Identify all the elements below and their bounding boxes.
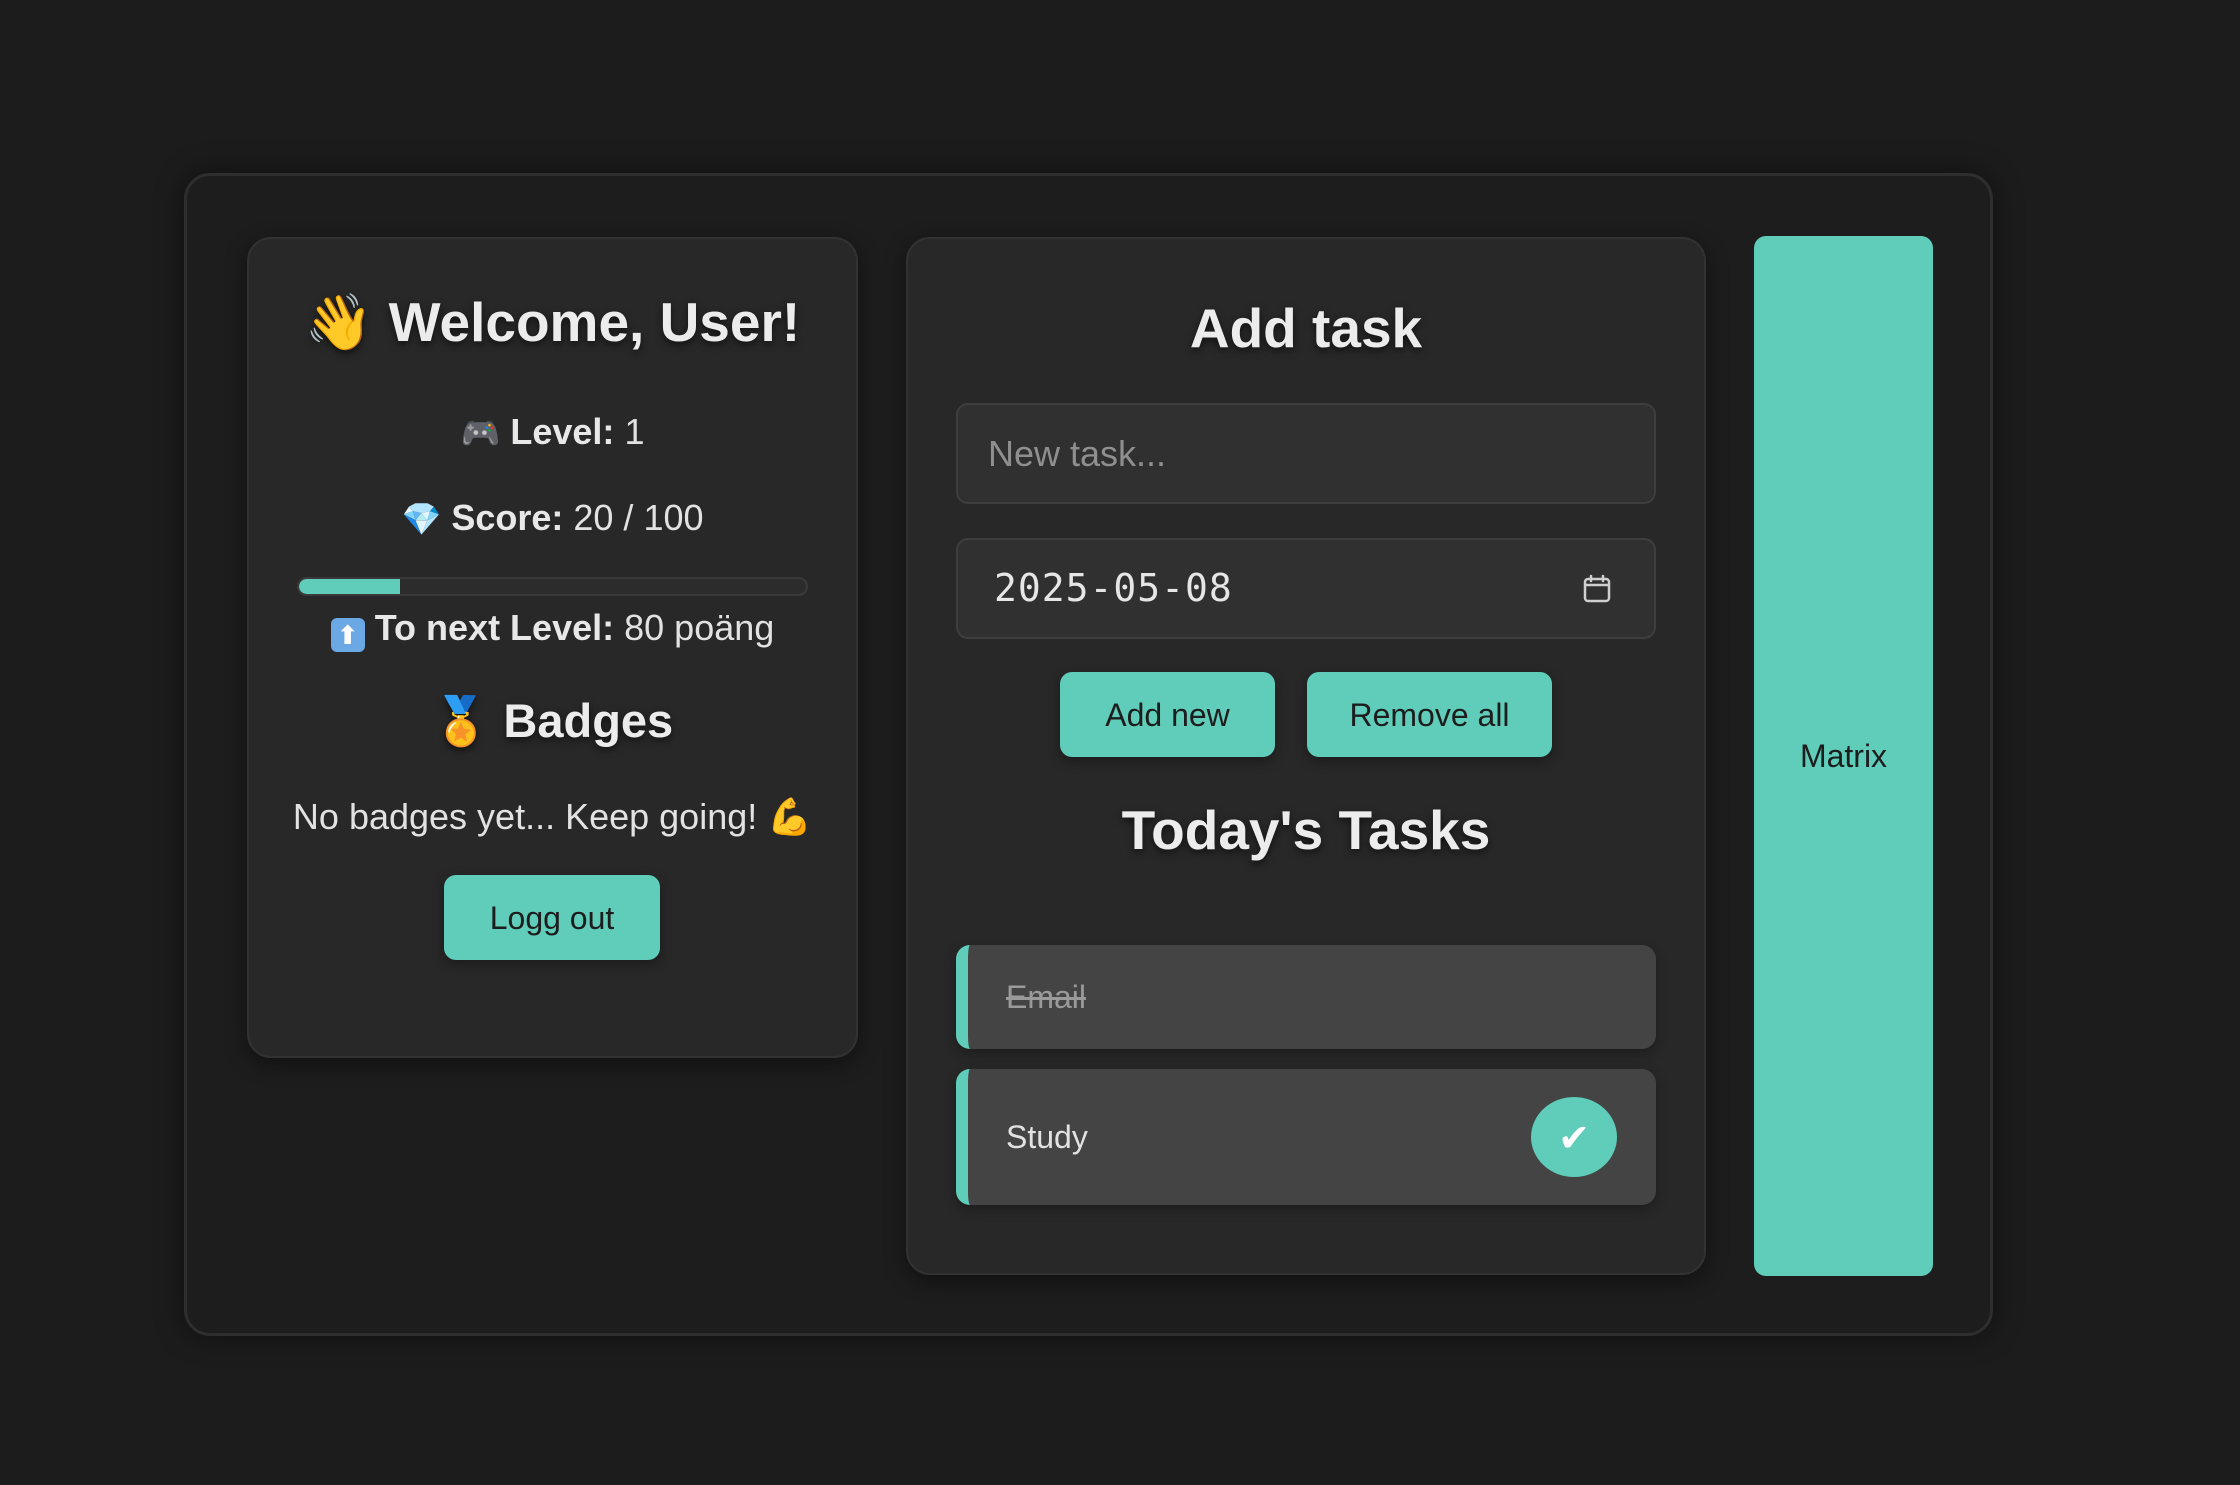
wave-icon: 👋 — [304, 290, 374, 354]
date-value: 2025-05-08 — [994, 566, 1233, 610]
date-field[interactable]: 2025-05-08 — [956, 538, 1656, 639]
score-value: 20 / 100 — [573, 497, 704, 538]
add-task-heading: Add task — [1189, 297, 1423, 359]
badges-heading: 🏅 Badges — [247, 697, 858, 745]
logout-button[interactable]: Logg out — [444, 875, 660, 960]
score-stat: 💎 Score: 20 / 100 — [247, 500, 858, 536]
level-label: Level: — [510, 411, 615, 452]
medal-icon: 🏅 — [431, 694, 491, 749]
level-stat: 🎮 Level: 1 — [247, 414, 858, 450]
todays-tasks-heading: Today's Tasks — [1121, 799, 1491, 861]
score-progress-fill — [299, 579, 401, 594]
gamepad-icon: 🎮 — [460, 414, 501, 452]
complete-task-button[interactable]: ✔ — [1531, 1097, 1617, 1177]
badges-empty-message: No badges yet... Keep going! 💪 — [292, 796, 813, 837]
next-level-label: To next Level: — [374, 607, 615, 648]
matrix-label: Matrix — [1799, 738, 1888, 774]
task-item-study[interactable]: Study ✔ — [956, 1069, 1656, 1205]
new-task-input[interactable] — [956, 403, 1656, 504]
score-progress-bar — [297, 577, 808, 596]
add-new-button[interactable]: Add new — [1060, 672, 1275, 757]
task-item-email[interactable]: Email — [956, 945, 1656, 1049]
remove-all-button[interactable]: Remove all — [1307, 672, 1552, 757]
welcome-heading: 👋 Welcome, User! — [247, 295, 858, 350]
next-level-value: 80 poäng — [624, 607, 775, 648]
task-label: Email — [1006, 979, 1087, 1015]
welcome-text: Welcome, User! — [388, 291, 801, 353]
matrix-button[interactable]: Matrix — [1754, 236, 1933, 1276]
level-value: 1 — [624, 411, 645, 452]
calendar-icon[interactable] — [1582, 574, 1612, 604]
task-label: Study — [1006, 1119, 1088, 1155]
next-level-stat: ⬆ To next Level: 80 poäng — [247, 610, 858, 652]
up-arrow-icon: ⬆ — [330, 618, 365, 652]
gem-icon: 💎 — [401, 500, 442, 538]
badges-title-text: Badges — [503, 694, 674, 747]
checkmark-icon: ✔ — [1558, 1116, 1590, 1160]
score-label: Score: — [451, 497, 564, 538]
